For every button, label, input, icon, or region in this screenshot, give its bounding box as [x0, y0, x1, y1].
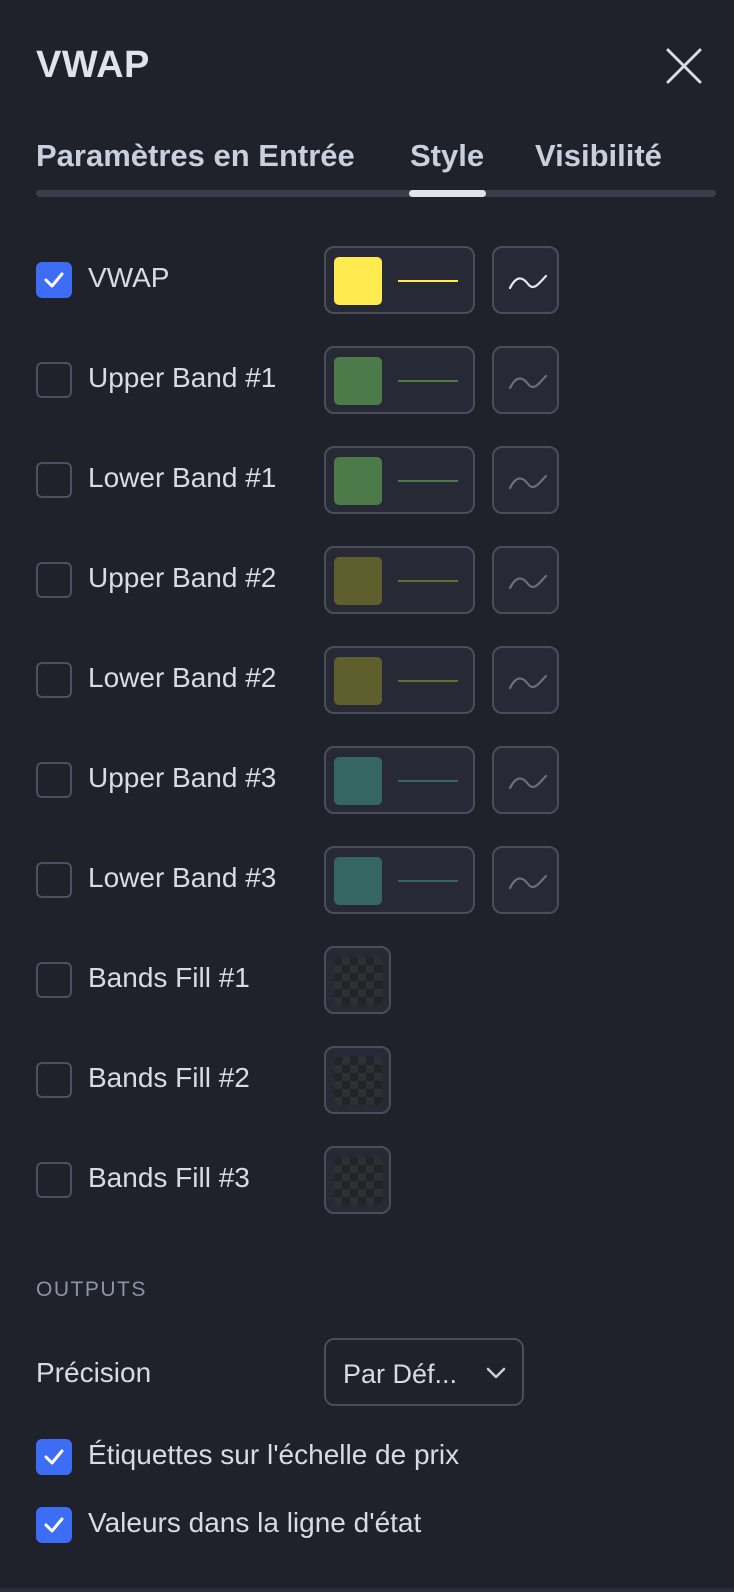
style-row-checkbox[interactable]: [36, 862, 72, 898]
style-row: VWAP: [36, 246, 716, 314]
style-row-checkbox[interactable]: [36, 762, 72, 798]
status-line-values-label: Valeurs dans la ligne d'état: [88, 1507, 422, 1538]
precision-select-value: Par Déf...: [343, 1359, 458, 1389]
style-row-checkbox[interactable]: [36, 662, 72, 698]
line-plot-icon: [508, 274, 548, 290]
color-swatch: [334, 457, 382, 505]
tab-inputs[interactable]: Paramètres en Entrée: [36, 138, 355, 174]
tab-visibility[interactable]: Visibilité: [535, 138, 662, 174]
color-swatch: [334, 757, 382, 805]
style-row: Bands Fill #3: [36, 1146, 716, 1214]
color-swatch: [334, 357, 382, 405]
plot-type-button[interactable]: [492, 646, 559, 714]
precision-select[interactable]: Par Déf...: [324, 1338, 524, 1406]
outputs-section-title: OUTPUTS: [36, 1278, 147, 1301]
style-row: Lower Band #3: [36, 846, 716, 914]
dialog-title: VWAP: [36, 44, 150, 86]
color-picker-button[interactable]: [324, 646, 475, 714]
style-row-checkbox[interactable]: [36, 562, 72, 598]
color-picker-button[interactable]: [324, 846, 475, 914]
close-icon: [666, 48, 702, 84]
line-plot-icon: [508, 374, 548, 390]
style-row-label: Lower Band #2: [88, 662, 277, 693]
style-row: Lower Band #2: [36, 646, 716, 714]
line-style-preview: [398, 480, 458, 482]
line-plot-icon: [508, 774, 548, 790]
style-row: Upper Band #1: [36, 346, 716, 414]
plot-type-button[interactable]: [492, 446, 559, 514]
style-row-checkbox[interactable]: [36, 262, 72, 298]
color-picker-button[interactable]: [324, 346, 475, 414]
checkmark-icon: [44, 1517, 64, 1533]
style-row-label: Lower Band #1: [88, 462, 277, 493]
style-row: Upper Band #2: [36, 546, 716, 614]
plot-type-button[interactable]: [492, 746, 559, 814]
indicator-settings-dialog: VWAP Paramètres en Entrée Style Visibili…: [0, 0, 734, 1592]
style-row-label: Upper Band #2: [88, 562, 277, 593]
bottom-divider: [0, 1588, 734, 1592]
style-row-label: Bands Fill #2: [88, 1062, 250, 1093]
line-plot-icon: [508, 674, 548, 690]
transparent-swatch: [334, 1157, 382, 1205]
color-picker-button[interactable]: [324, 446, 475, 514]
transparent-swatch: [334, 1057, 382, 1105]
line-style-preview: [398, 880, 458, 882]
close-button[interactable]: [664, 46, 704, 86]
line-plot-icon: [508, 574, 548, 590]
style-row-checkbox[interactable]: [36, 1162, 72, 1198]
checkmark-icon: [44, 272, 64, 288]
price-scale-labels-row: Étiquettes sur l'échelle de prix: [36, 1423, 716, 1489]
transparent-swatch: [334, 957, 382, 1005]
style-row-checkbox[interactable]: [36, 1062, 72, 1098]
style-row-checkbox[interactable]: [36, 362, 72, 398]
line-style-preview: [398, 380, 458, 382]
style-row-checkbox[interactable]: [36, 462, 72, 498]
chevron-down-icon: [486, 1367, 506, 1379]
fill-color-button[interactable]: [324, 1146, 391, 1214]
style-row: Upper Band #3: [36, 746, 716, 814]
color-swatch: [334, 657, 382, 705]
line-style-preview: [398, 280, 458, 282]
color-swatch: [334, 857, 382, 905]
price-scale-labels-checkbox[interactable]: [36, 1439, 72, 1475]
color-picker-button[interactable]: [324, 246, 475, 314]
tab-bar: Paramètres en Entrée Style Visibilité: [36, 138, 716, 198]
line-style-preview: [398, 580, 458, 582]
style-row-checkbox[interactable]: [36, 962, 72, 998]
color-picker-button[interactable]: [324, 746, 475, 814]
precision-label: Précision: [36, 1357, 152, 1388]
color-picker-button[interactable]: [324, 546, 475, 614]
status-line-values-row: Valeurs dans la ligne d'état: [36, 1491, 716, 1557]
checkmark-icon: [44, 1449, 64, 1465]
style-row: Bands Fill #2: [36, 1046, 716, 1114]
tab-track: [36, 190, 716, 197]
active-tab-indicator: [409, 190, 486, 197]
plot-type-button[interactable]: [492, 546, 559, 614]
style-row-label: Bands Fill #1: [88, 962, 250, 993]
line-style-preview: [398, 780, 458, 782]
style-row-label: Lower Band #3: [88, 862, 277, 893]
price-scale-labels-label: Étiquettes sur l'échelle de prix: [88, 1439, 460, 1470]
fill-color-button[interactable]: [324, 1046, 391, 1114]
plot-type-button[interactable]: [492, 246, 559, 314]
status-line-values-checkbox[interactable]: [36, 1507, 72, 1543]
line-plot-icon: [508, 874, 548, 890]
line-style-preview: [398, 680, 458, 682]
fill-color-button[interactable]: [324, 946, 391, 1014]
style-row-label: VWAP: [88, 262, 170, 293]
style-row: Bands Fill #1: [36, 946, 716, 1014]
style-row-label: Bands Fill #3: [88, 1162, 250, 1193]
plot-type-button[interactable]: [492, 346, 559, 414]
color-swatch: [334, 257, 382, 305]
style-row: Lower Band #1: [36, 446, 716, 514]
style-row-label: Upper Band #1: [88, 362, 277, 393]
color-swatch: [334, 557, 382, 605]
tab-style[interactable]: Style: [410, 138, 484, 174]
style-row-label: Upper Band #3: [88, 762, 277, 793]
line-plot-icon: [508, 474, 548, 490]
plot-type-button[interactable]: [492, 846, 559, 914]
